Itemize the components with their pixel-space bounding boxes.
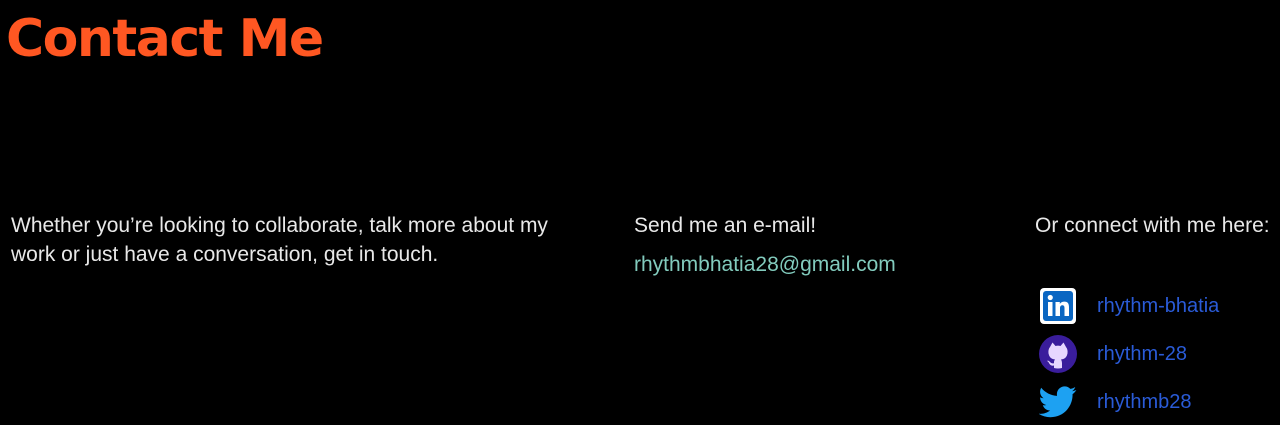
email-heading: Send me an e-mail! [634, 214, 817, 237]
twitter-label: rhythmb28 [1097, 390, 1192, 413]
linkedin-icon [1039, 287, 1077, 325]
github-icon [1039, 335, 1077, 373]
connect-heading: Or connect with me here: [1035, 214, 1270, 237]
intro-text: Whether you’re looking to collaborate, t… [11, 214, 548, 266]
linkedin-label: rhythm-bhatia [1097, 294, 1220, 317]
linkedin-link[interactable]: rhythm-bhatia [1039, 286, 1219, 326]
page-title: Contact Me [6, 9, 324, 69]
twitter-icon [1039, 383, 1077, 421]
email-section: Send me an e-mail! rhythmbhatia28@gmail.… [634, 211, 896, 279]
twitter-link[interactable]: rhythmb28 [1039, 382, 1192, 422]
github-label: rhythm-28 [1097, 342, 1188, 365]
email-link[interactable]: rhythmbhatia28@gmail.com [634, 250, 896, 279]
github-link[interactable]: rhythm-28 [1039, 334, 1187, 374]
